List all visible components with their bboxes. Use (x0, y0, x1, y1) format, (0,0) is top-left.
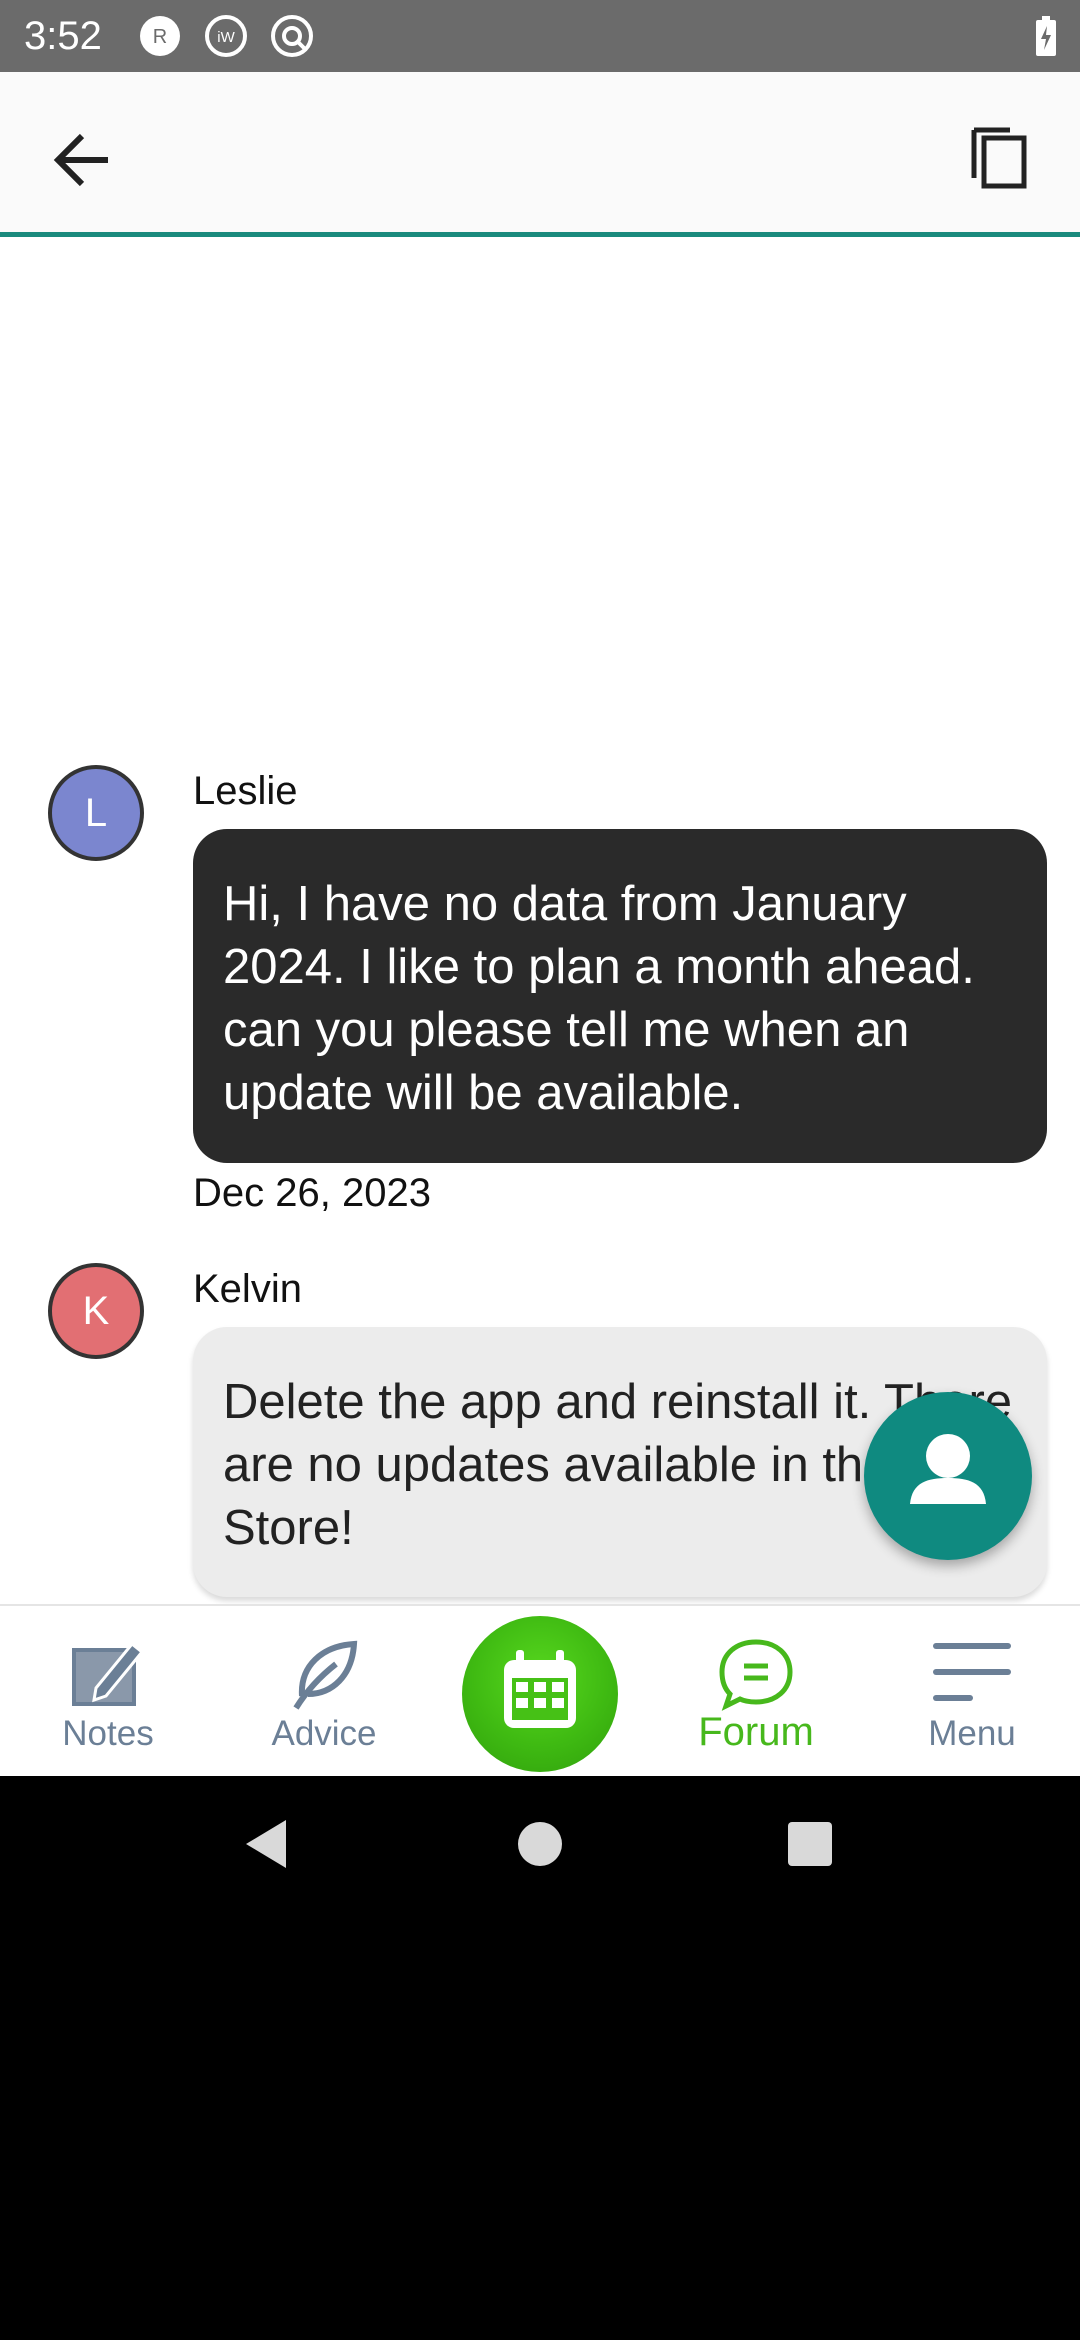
iw-notification-icon: iW (205, 15, 247, 57)
calendar-icon (504, 1650, 576, 1728)
message-author[interactable]: Leslie (193, 767, 298, 815)
avatar-letter: K (82, 1289, 110, 1333)
leaf-icon (293, 1640, 358, 1710)
calendar-button[interactable] (462, 1616, 618, 1772)
avatar-letter: L (84, 791, 108, 835)
bottom-nav: Notes Advice Forum Menu (0, 1604, 1080, 1776)
nav-label: Notes (62, 1714, 154, 1753)
battery-charging-icon (1036, 16, 1056, 56)
chat-bubble-icon (719, 1639, 793, 1711)
app-bar (0, 72, 1080, 237)
message-bubble: Hi, I have no data from January 2024. I … (193, 829, 1047, 1163)
nav-label: Menu (928, 1714, 1016, 1753)
nav-label: Forum (698, 1710, 814, 1754)
forum-thread: L Leslie Hi, I have no data from January… (0, 237, 1080, 1604)
system-navigation-bar (0, 1776, 1080, 1914)
arrow-back-icon[interactable] (44, 120, 124, 200)
avatar[interactable]: K (48, 1263, 144, 1359)
at-notification-icon (271, 15, 313, 57)
svg-text:R: R (153, 26, 167, 48)
person-icon (910, 1434, 986, 1504)
message-author[interactable]: Kelvin (193, 1265, 302, 1313)
recents-square-icon[interactable] (770, 1804, 850, 1884)
avatar[interactable]: L (48, 765, 144, 861)
nav-item-advice[interactable]: Advice (216, 1606, 432, 1778)
r-notification-icon: R (140, 16, 180, 56)
copy-icon[interactable] (960, 118, 1040, 198)
svg-text:iW: iW (217, 29, 235, 46)
status-bar: 3:52 R iW (0, 0, 1080, 72)
notes-pencil-icon (72, 1641, 145, 1706)
profile-fab-button[interactable] (864, 1392, 1032, 1560)
home-circle-icon[interactable] (500, 1804, 580, 1884)
message-date: Dec 26, 2023 (193, 1171, 431, 1215)
nav-item-notes[interactable]: Notes (0, 1606, 216, 1778)
nav-label: Advice (271, 1714, 377, 1753)
hamburger-menu-icon (933, 1643, 1011, 1701)
nav-item-menu[interactable]: Menu (864, 1606, 1080, 1778)
back-triangle-icon[interactable] (228, 1804, 308, 1884)
status-time: 3:52 (24, 14, 102, 58)
nav-item-forum[interactable]: Forum (648, 1606, 864, 1778)
